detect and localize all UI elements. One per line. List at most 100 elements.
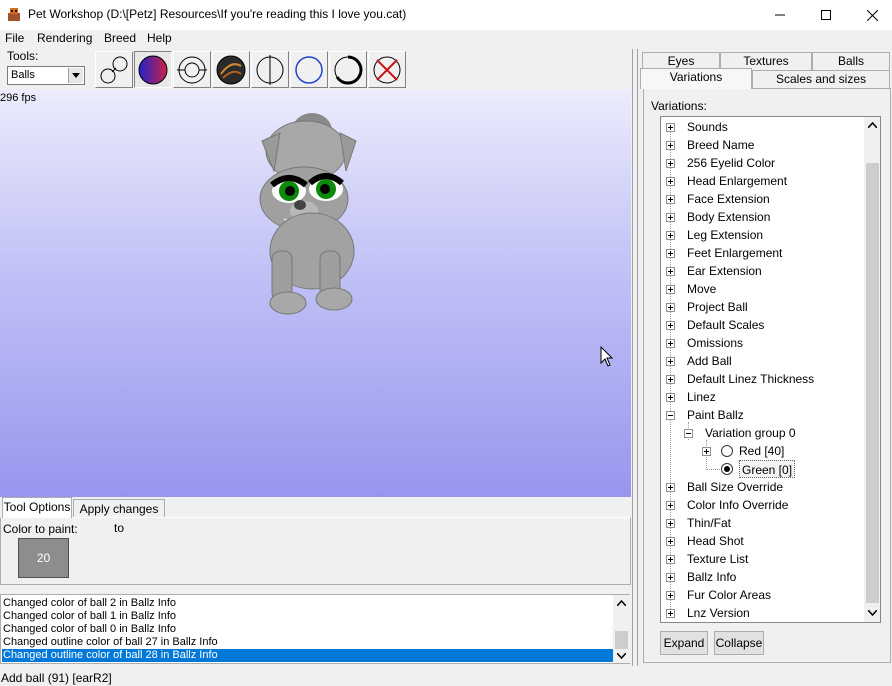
tree-item[interactable]: Face Extension xyxy=(687,190,770,208)
expand-icon[interactable] xyxy=(666,123,675,132)
tree-item[interactable]: Feet Enlargement xyxy=(687,244,782,262)
variation-option[interactable]: Green [0] xyxy=(739,460,796,478)
expand-icon[interactable] xyxy=(666,159,675,168)
expand-icon[interactable] xyxy=(666,483,675,492)
expand-button[interactable]: Expand xyxy=(660,631,708,655)
tree-item-group[interactable]: Variation group 0 xyxy=(705,424,796,442)
expand-icon[interactable] xyxy=(666,141,675,150)
tree-item[interactable]: Sounds xyxy=(687,118,728,136)
log-line[interactable]: Changed color of ball 0 in Ballz Info xyxy=(2,623,613,636)
expand-icon[interactable] xyxy=(666,501,675,510)
radio-button[interactable] xyxy=(721,463,733,475)
menu-breed[interactable]: Breed xyxy=(101,30,139,47)
scroll-down-icon[interactable] xyxy=(868,610,877,616)
expand-icon[interactable] xyxy=(666,177,675,186)
expand-icon[interactable] xyxy=(666,573,675,582)
expand-icon[interactable] xyxy=(666,393,675,402)
menu-help[interactable]: Help xyxy=(144,30,175,47)
expand-icon[interactable] xyxy=(666,249,675,258)
chevron-down-icon[interactable] xyxy=(68,68,83,83)
scroll-up-icon[interactable] xyxy=(617,600,626,606)
tree-item[interactable]: Ear Extension xyxy=(687,262,762,280)
tree-item[interactable]: Ballz Info xyxy=(687,568,736,586)
expand-icon[interactable] xyxy=(666,375,675,384)
tree-item[interactable]: Color Info Override xyxy=(687,496,788,514)
variations-tree[interactable]: Sounds Breed Name 256 Eyelid Color Head Enl… xyxy=(660,116,881,623)
tree-item[interactable]: 256 Eyelid Color xyxy=(687,154,775,172)
expand-icon[interactable] xyxy=(666,213,675,222)
scroll-up-icon[interactable] xyxy=(868,122,877,128)
tree-item[interactable]: Leg Extension xyxy=(687,226,763,244)
tool-button-color[interactable] xyxy=(134,51,172,88)
tree-item[interactable]: Texture List xyxy=(687,550,748,568)
tool-button-outline[interactable] xyxy=(290,51,328,88)
minimize-button[interactable] xyxy=(757,0,803,30)
pet-viewport[interactable]: 296 fps xyxy=(0,89,631,497)
expand-icon[interactable] xyxy=(666,285,675,294)
tree-scroll-thumb[interactable] xyxy=(866,163,879,603)
tree-item[interactable]: Paint Ballz xyxy=(687,406,744,424)
scroll-down-icon[interactable] xyxy=(617,653,626,659)
tab-tool-options[interactable]: Tool Options xyxy=(2,497,72,518)
menu-rendering[interactable]: Rendering xyxy=(34,30,95,47)
tree-item[interactable]: Lnz Version xyxy=(687,604,750,622)
tree-item[interactable]: Head Enlargement xyxy=(687,172,787,190)
expand-icon[interactable] xyxy=(702,447,711,456)
expand-icon[interactable] xyxy=(666,555,675,564)
expand-icon[interactable] xyxy=(666,339,675,348)
tab-balls[interactable]: Balls xyxy=(812,52,890,70)
expand-icon[interactable] xyxy=(666,231,675,240)
tree-item[interactable]: Omissions xyxy=(687,334,743,352)
expand-icon[interactable] xyxy=(666,357,675,366)
tree-item[interactable]: Fur Color Areas xyxy=(687,586,771,604)
tree-scrollbar[interactable] xyxy=(864,117,880,622)
tool-button-delete[interactable] xyxy=(368,51,406,88)
collapse-button[interactable]: Collapse xyxy=(714,631,764,655)
tree-item[interactable]: Add Ball xyxy=(687,352,732,370)
menu-file[interactable]: File xyxy=(2,30,27,47)
expand-icon[interactable] xyxy=(666,519,675,528)
tool-button-thickness[interactable] xyxy=(329,51,367,88)
panel-splitter[interactable] xyxy=(632,49,638,666)
tools-dropdown[interactable]: Balls xyxy=(7,66,85,85)
expand-icon[interactable] xyxy=(666,267,675,276)
tool-button-balls[interactable] xyxy=(95,51,133,88)
collapse-icon[interactable] xyxy=(684,429,693,438)
expand-icon[interactable] xyxy=(666,609,675,618)
tool-button-resize[interactable] xyxy=(173,51,211,88)
tree-item[interactable]: Ball Size Override xyxy=(687,478,783,496)
tree-item[interactable]: Project Ball xyxy=(687,298,748,316)
tree-item[interactable]: Breed Name xyxy=(687,136,754,154)
log-line[interactable]: Changed color of ball 1 in Ballz Info xyxy=(2,610,613,623)
expand-icon[interactable] xyxy=(666,195,675,204)
tree-item[interactable]: Body Extension xyxy=(687,208,770,226)
log-scrollbar[interactable] xyxy=(613,595,630,663)
close-button[interactable] xyxy=(849,0,892,30)
color-swatch[interactable]: 20 xyxy=(18,538,69,578)
expand-icon[interactable] xyxy=(666,321,675,330)
tree-item[interactable]: Default Linez Thickness xyxy=(687,370,814,388)
tree-item[interactable]: Linez xyxy=(687,388,716,406)
tab-apply-changes[interactable]: Apply changes to xyxy=(73,499,165,535)
cat-model xyxy=(259,113,357,315)
log-line-selected[interactable]: Changed outline color of ball 28 in Ball… xyxy=(2,649,613,662)
tab-scales-and-sizes[interactable]: Scales and sizes xyxy=(752,70,890,88)
log-scroll-thumb[interactable] xyxy=(615,631,628,649)
expand-icon[interactable] xyxy=(666,591,675,600)
tree-item[interactable]: Thin/Fat xyxy=(687,514,731,532)
log-line[interactable]: Changed color of ball 2 in Ballz Info xyxy=(2,597,613,610)
tool-button-split[interactable] xyxy=(251,51,289,88)
radio-button[interactable] xyxy=(721,445,733,457)
tree-item[interactable]: Head Shot xyxy=(687,532,744,550)
expand-icon[interactable] xyxy=(666,537,675,546)
tool-button-texture[interactable] xyxy=(212,51,250,88)
tree-item[interactable]: Move xyxy=(687,280,716,298)
expand-icon[interactable] xyxy=(666,303,675,312)
tree-item[interactable]: Default Scales xyxy=(687,316,764,334)
change-log[interactable]: Changed color of ball 2 in Ballz Info Ch… xyxy=(0,594,630,664)
tab-variations[interactable]: Variations xyxy=(640,68,752,89)
variation-option[interactable]: Red [40] xyxy=(739,442,784,460)
collapse-icon[interactable] xyxy=(666,411,675,420)
log-line[interactable]: Changed outline color of ball 27 in Ball… xyxy=(2,636,613,649)
maximize-button[interactable] xyxy=(803,0,849,30)
